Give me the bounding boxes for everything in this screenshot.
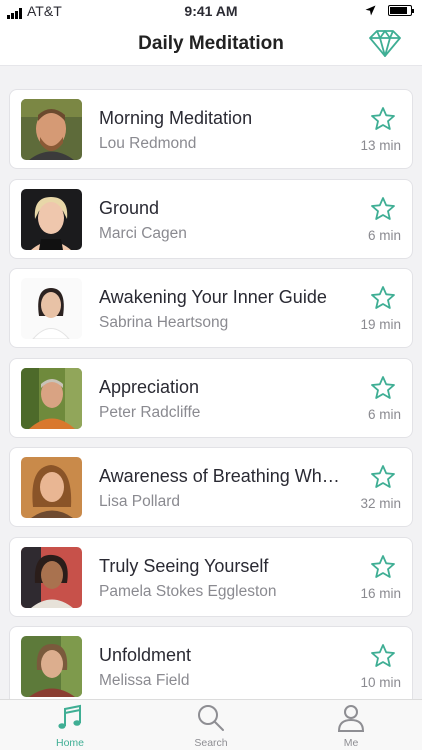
music-note-icon: [58, 704, 81, 729]
duration: 6 min: [367, 406, 401, 422]
clock: 9:41 AM: [184, 3, 238, 19]
meditation-card[interactable]: Ground Marci Cagen 6 min: [9, 178, 413, 259]
meditation-card[interactable]: Unfoldment Melissa Field 10 min: [9, 626, 413, 706]
teacher-name: Sabrina Heartsong: [99, 314, 229, 331]
tab-label: Home: [55, 737, 84, 749]
status-bar: AT&T 9:41 AM: [0, 0, 422, 22]
tab-me[interactable]: Me: [306, 703, 396, 749]
meditation-title: Truly Seeing Yourself: [99, 555, 269, 576]
meditation-title: Unfoldment: [99, 645, 192, 665]
teacher-name: Melissa Field: [99, 672, 190, 689]
teacher-name: Marci Cagen: [99, 224, 187, 242]
duration: 32 min: [360, 496, 401, 511]
meditation-card[interactable]: Morning Meditation Lou Redmond 13 min: [9, 89, 413, 169]
star-outline-icon[interactable]: [370, 285, 396, 311]
star-outline-icon[interactable]: [370, 375, 396, 401]
meditation-list: Morning Meditation Lou Redmond 13 min Gr…: [9, 89, 413, 716]
teacher-photo: [21, 546, 82, 608]
duration: 13 min: [360, 138, 401, 153]
duration: 19 min: [360, 317, 401, 332]
navigation-bar: Daily Meditation: [0, 22, 422, 66]
meditation-card[interactable]: Awareness of Breathing Wh… Lisa Pollard …: [9, 447, 413, 527]
tab-label: Me: [343, 737, 359, 749]
star-outline-icon[interactable]: [370, 643, 396, 669]
teacher-name: Peter Radcliffe: [99, 403, 201, 421]
location-arrow-icon: [365, 5, 376, 16]
star-outline-icon[interactable]: [370, 196, 396, 222]
teacher-photo: [21, 188, 82, 250]
star-outline-icon[interactable]: [370, 464, 396, 490]
page-title: Daily Meditation: [138, 33, 284, 54]
tab-label: Search: [194, 737, 228, 749]
teacher-name: Pamela Stokes Eggleston: [99, 582, 277, 600]
search-icon: [198, 705, 224, 731]
duration: 6 min: [367, 227, 401, 243]
teacher-name: Lisa Pollard: [99, 493, 180, 510]
meditation-card[interactable]: Awakening Your Inner Guide Sabrina Heart…: [9, 268, 413, 348]
star-outline-icon[interactable]: [370, 554, 396, 580]
duration: 10 min: [360, 675, 401, 690]
battery-level: [390, 7, 407, 14]
tab-search[interactable]: Search: [166, 703, 256, 749]
meditation-card[interactable]: Appreciation Peter Radcliffe 6 min: [9, 357, 413, 438]
meditation-title: Awareness of Breathing Wh…: [99, 466, 340, 486]
diamond-icon[interactable]: [368, 28, 402, 58]
battery-icon: [388, 5, 414, 16]
meditation-title: Awakening Your Inner Guide: [99, 287, 327, 307]
person-icon: [337, 705, 365, 732]
meditation-title: Morning Meditation: [99, 108, 253, 128]
meditation-title: Appreciation: [99, 376, 200, 397]
meditation-card[interactable]: Truly Seeing Yourself Pamela Stokes Eggl…: [9, 536, 413, 617]
meditation-title: Ground: [99, 197, 160, 218]
status-right: [365, 5, 414, 16]
teacher-photo: [21, 457, 82, 518]
tab-bar: Home Search Me: [0, 699, 422, 750]
teacher-photo: [21, 99, 82, 160]
tab-home[interactable]: Home: [25, 703, 115, 749]
teacher-name: Lou Redmond: [99, 135, 197, 152]
duration: 16 min: [360, 585, 401, 601]
teacher-photo: [21, 278, 82, 339]
star-outline-icon[interactable]: [370, 106, 396, 132]
teacher-photo: [21, 636, 82, 697]
teacher-photo: [21, 367, 82, 429]
